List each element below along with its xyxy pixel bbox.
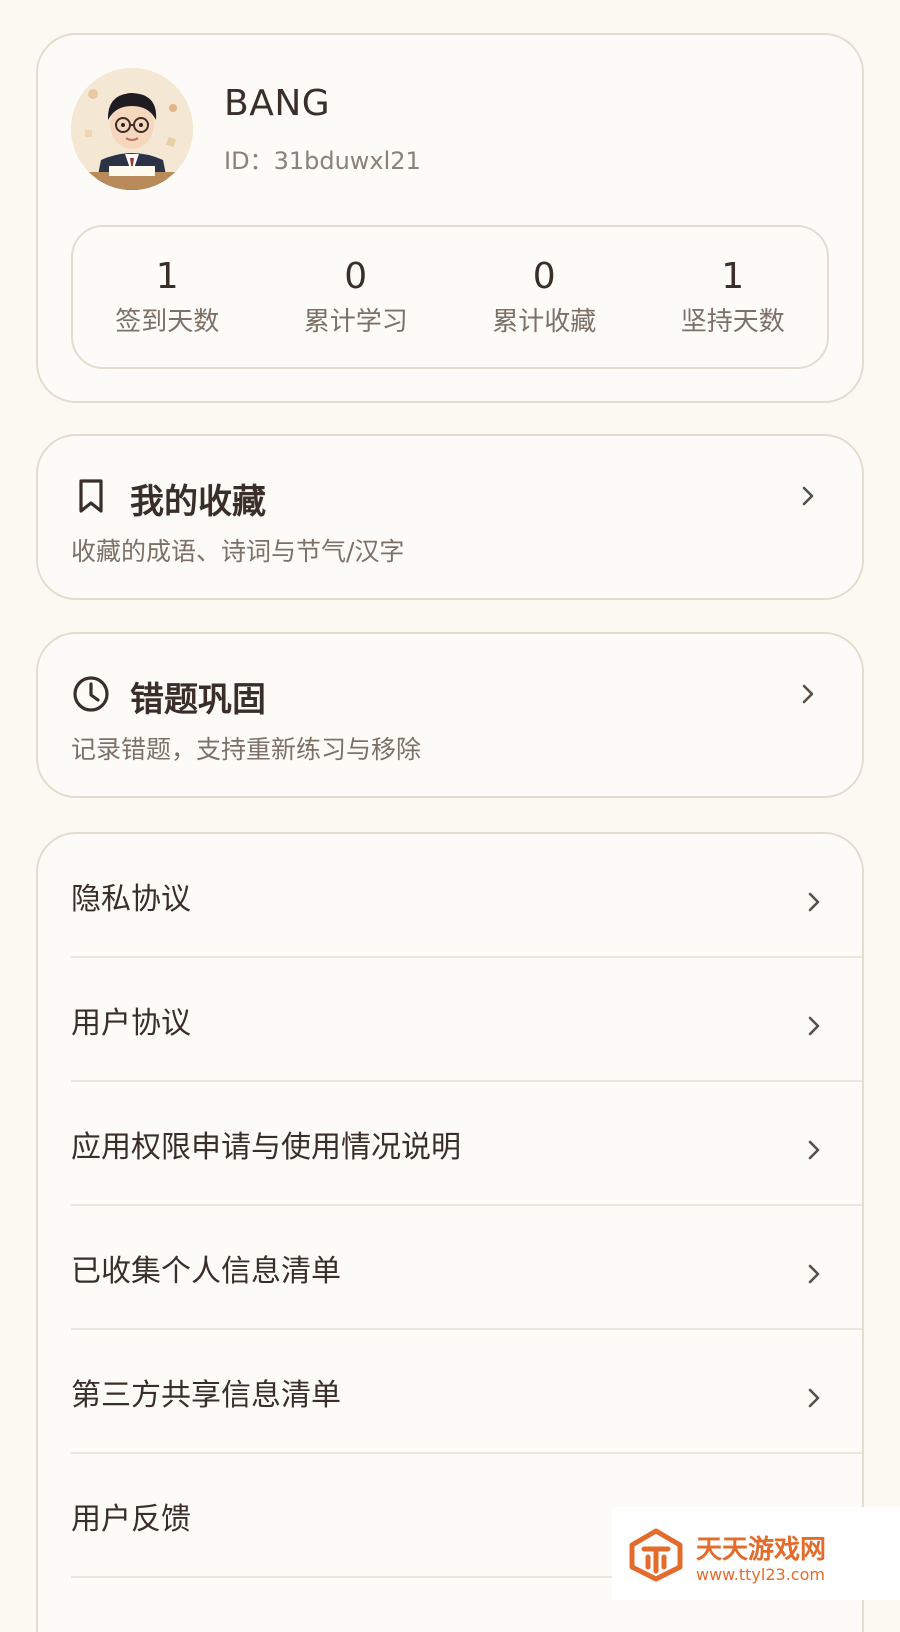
profile-card: BANG ID：31bduwxl21 1 签到天数 0 累计学习 0 累计收藏 … — [36, 33, 864, 403]
chevron-right-icon — [808, 892, 820, 912]
username: BANG — [224, 83, 331, 124]
my-favorites-card[interactable]: 我的收藏 收藏的成语、诗词与节气/汉字 — [36, 434, 864, 600]
stats-panel: 1 签到天数 0 累计学习 0 累计收藏 1 坚持天数 — [71, 225, 829, 369]
user-id-value: 31bduwxl21 — [273, 147, 421, 175]
menu-item-label: 第三方共享信息清单 — [71, 1378, 341, 1413]
watermark-url: www.ttyl23.com — [696, 1565, 825, 1584]
favorites-title: 我的收藏 — [130, 482, 266, 522]
settings-menu-list: 隐私协议 用户协议 应用权限申请与使用情况说明 已收集个人信息清单 第三方共享信… — [38, 834, 862, 1578]
stat-value: 1 — [721, 256, 745, 297]
menu-item-collected-info[interactable]: 已收集个人信息清单 — [38, 1206, 862, 1330]
menu-item-privacy-policy[interactable]: 隐私协议 — [38, 834, 862, 958]
menu-item-label: 用户反馈 — [71, 1502, 191, 1537]
user-id: ID：31bduwxl21 — [224, 141, 421, 176]
stat-label: 签到天数 — [115, 307, 220, 337]
chevron-right-icon — [802, 684, 814, 704]
chevron-right-icon — [808, 1016, 820, 1036]
watermark-title: 天天游戏网 — [696, 1535, 827, 1565]
menu-item-permissions[interactable]: 应用权限申请与使用情况说明 — [38, 1082, 862, 1206]
stat-value: 1 — [155, 256, 179, 297]
stat-checkin-days[interactable]: 1 签到天数 — [73, 227, 262, 367]
clock-icon — [73, 676, 109, 712]
user-id-label: ID： — [224, 147, 274, 175]
menu-item-user-agreement[interactable]: 用户协议 — [38, 958, 862, 1082]
bookmark-icon — [79, 479, 103, 513]
stat-label: 累计学习 — [303, 307, 408, 337]
stat-label: 坚持天数 — [680, 307, 785, 337]
mistakes-title: 错题巩固 — [130, 680, 266, 720]
chevron-right-icon — [808, 1388, 820, 1408]
chevron-right-icon — [808, 1140, 820, 1160]
chevron-right-icon — [808, 1264, 820, 1284]
menu-item-label: 用户协议 — [71, 1006, 191, 1041]
menu-item-third-party-sharing[interactable]: 第三方共享信息清单 — [38, 1330, 862, 1454]
mistake-review-card[interactable]: 错题巩固 记录错题，支持重新练习与移除 — [36, 632, 864, 798]
stat-total-learned[interactable]: 0 累计学习 — [262, 227, 451, 367]
stat-label: 累计收藏 — [492, 307, 597, 337]
stat-streak-days[interactable]: 1 坚持天数 — [639, 227, 828, 367]
menu-item-label: 已收集个人信息清单 — [71, 1254, 341, 1289]
stat-value: 0 — [344, 256, 368, 297]
menu-item-label: 隐私协议 — [71, 882, 191, 917]
chevron-right-icon — [802, 486, 814, 506]
avatar[interactable] — [71, 68, 193, 190]
avatar-illustration — [71, 68, 193, 190]
stat-total-favorites[interactable]: 0 累计收藏 — [450, 227, 639, 367]
site-watermark: 天天游戏网 www.ttyl23.com — [612, 1507, 900, 1600]
menu-item-label: 应用权限申请与使用情况说明 — [71, 1130, 461, 1165]
watermark-logo-icon — [629, 1528, 683, 1582]
mistakes-subtitle: 记录错题，支持重新练习与移除 — [71, 735, 422, 764]
favorites-subtitle: 收藏的成语、诗词与节气/汉字 — [71, 537, 405, 566]
stat-value: 0 — [532, 256, 556, 297]
